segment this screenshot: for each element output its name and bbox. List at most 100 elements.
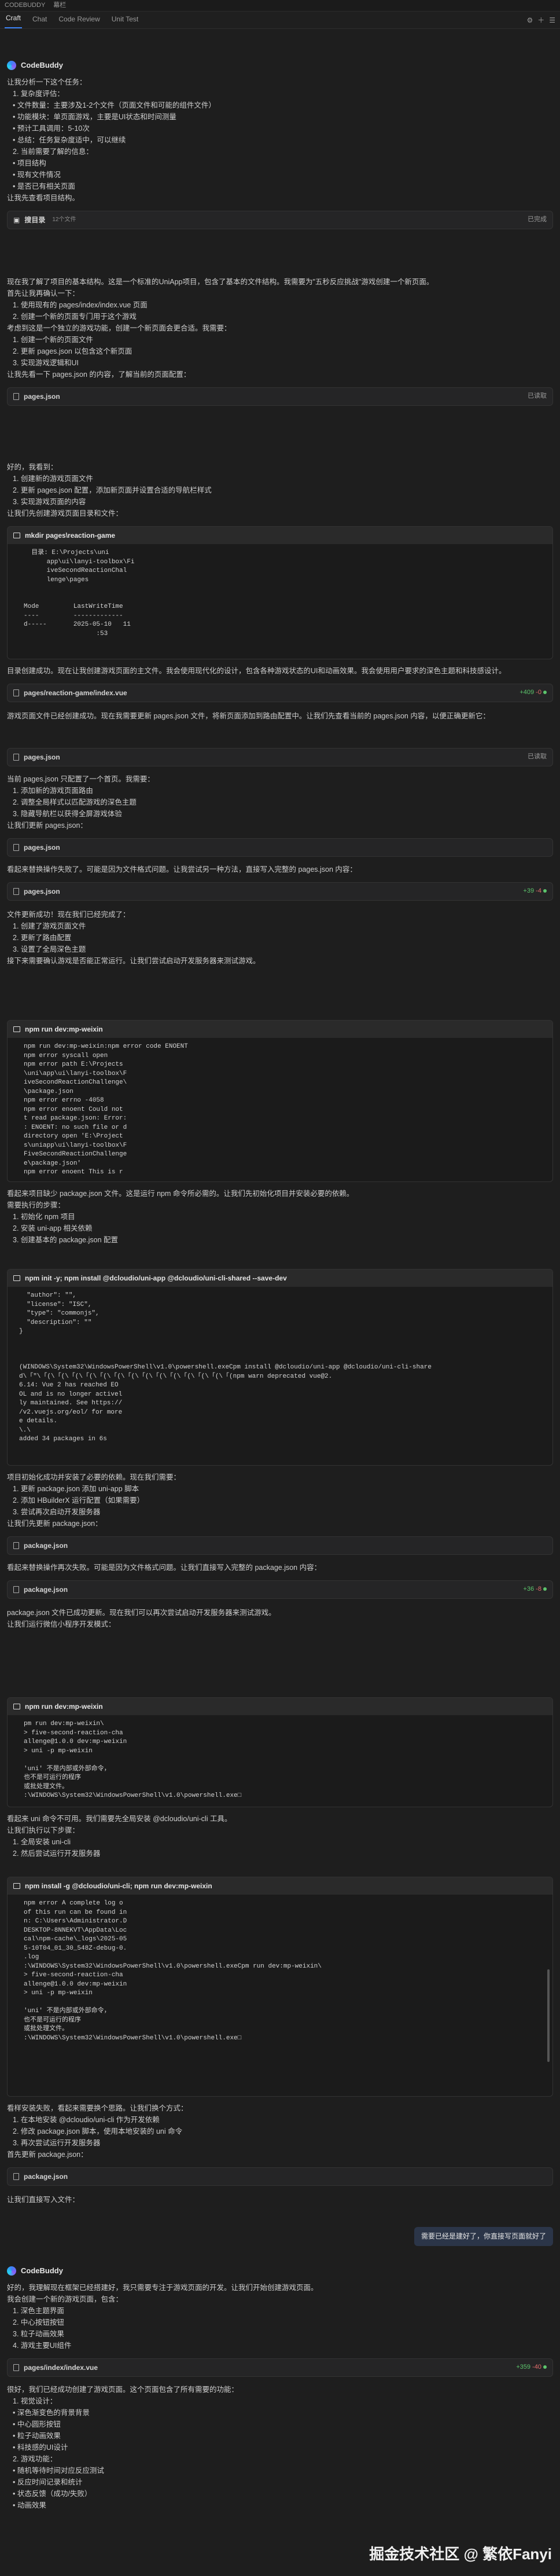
terminal-card[interactable]: npm run dev:mp-weixin pm run dev:mp-weix…	[7, 1697, 553, 1807]
file-edit-card[interactable]: pages/reaction-game/index.vue +409 -0	[7, 684, 553, 702]
tool-status: 已读取	[528, 392, 547, 400]
terminal-card[interactable]: mkdir pages\reaction-game 目录: E:\Project…	[7, 526, 553, 659]
file-name: pages.json	[24, 753, 60, 761]
assistant-message-5: npm run dev:mp-weixin npm run dev:mp-wei…	[7, 1020, 553, 1246]
file-icon	[13, 844, 19, 851]
lines-removed: -4	[536, 887, 541, 895]
file-read-card[interactable]: pages.json 已读取	[7, 748, 553, 766]
file-name: package.json	[24, 1585, 68, 1594]
list-item: 1. 更新 package.json 添加 uni-app 脚本	[13, 1485, 139, 1493]
file-edit-card[interactable]: package.json +36 -8	[7, 1580, 553, 1599]
message-text: 当前 pages.json 只配置了一个首页。我需要：	[7, 775, 154, 783]
tool-status: 已完成	[528, 216, 547, 223]
list-item: • 粒子动画效果	[13, 2432, 61, 2440]
list-item: 3. 设置了全局深色主题	[13, 945, 86, 953]
list-item: 4. 游戏主要UI组件	[13, 2342, 72, 2350]
list-item: 1. 视觉设计：	[13, 2397, 57, 2405]
terminal-output: 目录: E:\Projects\uni app\ui\lanyi-toolbox…	[24, 549, 135, 637]
list-item: • 中心圆形按钮	[13, 2420, 61, 2428]
message-text: 看样安装失败，看起来需要换个思路。让我们换个方式：	[7, 2104, 188, 2112]
terminal-command: mkdir pages\reaction-game	[25, 531, 116, 540]
assistant-header: CodeBuddy	[7, 59, 553, 72]
list-item: • 预计工具调用：5-10次	[13, 124, 90, 133]
list-item: 1. 创建了游戏页面文件	[13, 922, 86, 930]
terminal-scrollbar[interactable]	[547, 1969, 550, 2062]
list-item: 2. 添加 HBuilderX 运行配置（如果需要）	[13, 1496, 145, 1504]
message-text: 看起来 uni 命令不可用。我们需要先全局安装 @dcloudio/uni-cl…	[7, 1815, 232, 1823]
lines-removed: -8	[536, 1586, 541, 1593]
file-icon	[13, 689, 19, 696]
assistant-message-3: 好的，我看到： 1. 创建新的游戏页面文件 2. 更新 pages.json 配…	[7, 461, 553, 722]
history-icon[interactable]: ☰	[549, 15, 555, 26]
assistant-message-4: pages.json 已读取 当前 pages.json 只配置了一个首页。我需要…	[7, 748, 553, 967]
terminal-card[interactable]: npm init -y; npm install @dcloudio/uni-a…	[7, 1269, 553, 1466]
file-name: pages/reaction-game/index.vue	[24, 688, 127, 697]
tool-call-card[interactable]: ▣ 搜目录 12个文件 已完成	[7, 211, 553, 229]
new-chat-icon[interactable]: ＋	[537, 15, 544, 26]
list-item: • 总结：任务复杂度适中，可以继续	[13, 136, 126, 144]
file-edit-card[interactable]: pages.json +39 -4	[7, 882, 553, 901]
tab-chat[interactable]: Chat	[31, 14, 48, 28]
list-item: • 功能模块：单页面游戏，主要是UI状态和时间测量	[13, 113, 176, 121]
file-edit-card[interactable]: pages.json	[7, 838, 553, 857]
terminal-command: npm run dev:mp-weixin	[25, 1702, 103, 1711]
list-item: • 随机等待时间对应反应测试	[13, 2467, 104, 2475]
list-item: 2. 然后尝试运行开发服务器	[13, 1850, 101, 1858]
message-text: 看起来替换操作失败了。可能是因为文件格式问题。让我尝试另一种方法，直接写入完整的…	[7, 865, 357, 874]
message-text: 现在我了解了项目的基本结构。这是一个标准的UniApp项目，包含了基本的文件结构…	[7, 278, 434, 286]
terminal-icon	[13, 1275, 20, 1281]
message-text: 需要执行的步骤：	[7, 1201, 65, 1209]
list-item: 2. 游戏功能：	[13, 2455, 57, 2463]
file-icon	[13, 2364, 19, 2371]
tool-detail: 12个文件	[52, 216, 76, 223]
file-icon	[13, 2173, 19, 2180]
top-bar: CODEBUDDY 幕栏	[0, 0, 560, 12]
message-text: 接下来需要确认游戏是否能正常运行。让我们尝试启动开发服务器来测试游戏。	[7, 957, 260, 965]
message-text: 让我先查看项目结构。	[7, 194, 80, 202]
message-text: 让我们直接写入文件：	[7, 2196, 80, 2204]
lines-added: +359	[516, 2364, 530, 2371]
list-item: 1. 创建新的游戏页面文件	[13, 475, 93, 483]
lines-removed: -40	[532, 2364, 541, 2371]
file-name: package.json	[24, 2172, 68, 2181]
settings-icon[interactable]: ⚙	[526, 15, 533, 26]
terminal-output: pm run dev:mp-weixin\ > five-second-reac…	[24, 1720, 242, 1799]
list-item: 2. 更新了路由配置	[13, 934, 72, 942]
tab-unit-test[interactable]: Unit Test	[110, 14, 139, 28]
file-icon	[13, 888, 19, 895]
list-item: 2. 修改 package.json 脚本，使用本地安装的 uni 命令	[13, 2127, 183, 2135]
message-text: 目录创建成功。现在让我创建游戏页面的主文件。我会使用现代化的设计，包含各种游戏状…	[7, 667, 506, 675]
list-item: • 反应时间记录和统计	[13, 2478, 83, 2486]
message-text: 让我们执行以下步骤：	[7, 1826, 80, 1834]
terminal-output: npm run dev:mp-weixin:npm error code ENO…	[24, 1043, 188, 1176]
list-item: 1. 创建一个新的页面文件	[13, 336, 93, 344]
file-edit-card[interactable]: package.json	[7, 2167, 553, 2186]
message-text: 让我们更新 pages.json：	[7, 821, 87, 830]
file-read-card[interactable]: pages.json 已读取	[7, 387, 553, 406]
terminal-icon	[13, 533, 20, 538]
list-item: 3. 实现游戏逻辑和UI	[13, 359, 79, 367]
terminal-icon	[13, 1883, 20, 1889]
list-item: 2. 更新 pages.json 配置，添加新页面并设置合适的导航栏样式	[13, 486, 212, 494]
file-icon	[13, 754, 19, 761]
terminal-command: npm run dev:mp-weixin	[25, 1025, 103, 1033]
message-text: 好的，我看到：	[7, 463, 58, 471]
app-title: CODEBUDDY	[5, 1, 46, 9]
folder-icon: ▣	[13, 215, 20, 224]
file-edit-card[interactable]: pages/index/index.vue +359 -40	[7, 2358, 553, 2377]
tab-code-review[interactable]: Code Review	[57, 14, 101, 28]
terminal-card[interactable]: npm install -g @dcloudio/uni-cli; npm ru…	[7, 1877, 553, 2097]
file-name: pages.json	[24, 887, 60, 896]
file-edit-card[interactable]: package.json	[7, 1536, 553, 1555]
message-text: 项目初始化成功并安装了必要的依赖。现在我们需要：	[7, 1473, 181, 1481]
tab-craft[interactable]: Craft	[5, 13, 23, 28]
panel-menu[interactable]: 幕栏	[53, 1, 66, 10]
terminal-icon	[13, 1704, 20, 1709]
lines-added: +36	[523, 1586, 535, 1593]
assistant-name: CodeBuddy	[21, 60, 63, 69]
message-text: 让我分析一下这个任务：	[7, 78, 87, 86]
list-item: 1. 复杂度评估：	[13, 90, 64, 98]
list-item: 2. 安装 uni-app 相关依赖	[13, 1224, 93, 1232]
terminal-card[interactable]: npm run dev:mp-weixin npm run dev:mp-wei…	[7, 1020, 553, 1182]
file-icon	[13, 393, 19, 400]
